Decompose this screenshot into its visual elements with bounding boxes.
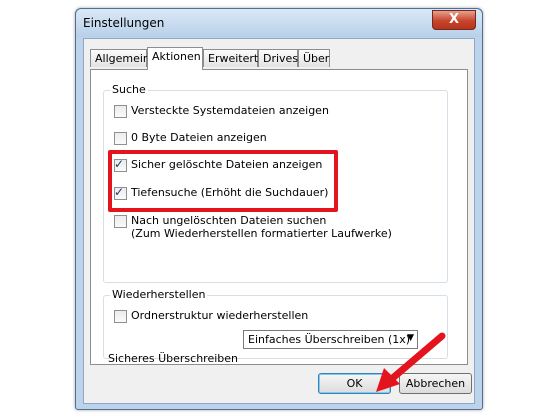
- option-restore-folder-structure[interactable]: Ordnerstruktur wiederherstellen: [114, 309, 308, 323]
- option-label: Ordnerstruktur wiederherstellen: [131, 309, 309, 322]
- checkbox[interactable]: [114, 132, 127, 145]
- option-label-line2: (Zum Wiederherstellen formatierter Laufw…: [131, 227, 392, 240]
- tab-drives[interactable]: Drives: [258, 49, 298, 67]
- restore-group-label: Wiederherstellen: [110, 288, 208, 301]
- option-label-line1: Nach ungelöschten Dateien suchen: [131, 214, 327, 227]
- option-label: 0 Byte Dateien anzeigen: [131, 131, 267, 144]
- option-hidden-system-files[interactable]: Versteckte Systemdateien anzeigen: [114, 104, 329, 118]
- checkbox[interactable]: [114, 105, 127, 118]
- window-title: Einstellungen: [83, 16, 165, 30]
- tab-panel-aktionen: Suche Versteckte Systemdateien anzeigen …: [90, 69, 468, 365]
- tab-allgemein[interactable]: Allgemein: [90, 49, 150, 67]
- option-label: Versteckte Systemdateien anzeigen: [131, 104, 329, 117]
- option-zero-byte-files[interactable]: 0 Byte Dateien anzeigen: [114, 131, 267, 145]
- close-button[interactable]: X: [432, 10, 476, 30]
- option-undeleted-files[interactable]: Nach ungelöschten Dateien suchen (Zum Wi…: [114, 214, 392, 240]
- close-icon: X: [448, 12, 460, 27]
- checkbox[interactable]: [114, 215, 127, 228]
- highlight-box-annotation: [108, 150, 338, 212]
- tab-erweitert[interactable]: Erweitert: [203, 49, 258, 67]
- checkbox[interactable]: [114, 310, 127, 323]
- overwrite-label: Sicheres Überschreiben: [108, 352, 239, 365]
- pointer-arrow-annotation: [376, 332, 446, 392]
- search-group-label: Suche: [110, 83, 148, 96]
- title-bar: Einstellungen X: [76, 9, 482, 37]
- tab-aktionen[interactable]: Aktionen: [147, 47, 203, 70]
- option-label: Nach ungelöschten Dateien suchen (Zum Wi…: [131, 214, 392, 240]
- tab-ueber[interactable]: Über: [298, 49, 330, 67]
